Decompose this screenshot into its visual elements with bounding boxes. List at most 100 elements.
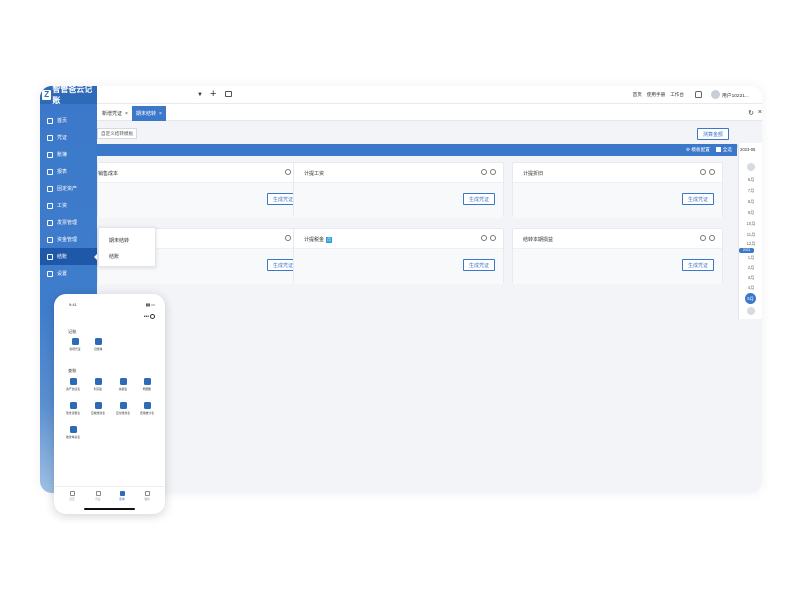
top-link-workbench[interactable]: 工作台: [670, 92, 684, 98]
table-icon: [119, 378, 127, 385]
app-detail-ledger[interactable]: 明细账: [138, 378, 156, 391]
card-title: 计提折旧: [523, 171, 544, 177]
custom-template-button[interactable]: 自定义结转模板: [97, 128, 138, 139]
generate-voucher-button[interactable]: 生成凭证: [681, 193, 714, 205]
year-badge: 2023: [739, 248, 754, 253]
sidebar-item-funds[interactable]: 资金管理: [40, 231, 97, 248]
card-accrue-tax: 计提税金月 生成凭证: [293, 228, 504, 284]
card-title: 结转本期损益: [523, 237, 554, 243]
app-cash-flow[interactable]: 现金流量表: [64, 402, 82, 415]
app-receipts-summary[interactable]: 收款单总表: [64, 426, 82, 439]
sidebar-item-invoices[interactable]: 发票管理: [40, 214, 97, 231]
app-balance-table[interactable]: 余额表: [114, 378, 132, 391]
gear-icon[interactable]: [481, 169, 487, 175]
sidebar-item-reports[interactable]: 报表: [40, 163, 97, 180]
sidebar-item-settings[interactable]: 设置: [40, 265, 97, 282]
month-item[interactable]: 4月: [743, 285, 759, 291]
section-title: 查账: [68, 368, 77, 373]
target-icon[interactable]: [150, 314, 155, 319]
phone-tab-home[interactable]: 首页: [64, 491, 80, 501]
monthly-tag-icon: 月: [326, 236, 333, 243]
month-item-selected[interactable]: 5月: [745, 293, 756, 304]
card-carry-forward-pl: 结转本期损益 生成凭证: [512, 228, 723, 284]
checkbox-icon: [715, 147, 721, 153]
submenu-item-period-end[interactable]: 期末结转: [99, 232, 155, 248]
refresh-icon[interactable]: ↻: [748, 109, 754, 117]
month-item[interactable]: 1月: [743, 255, 759, 261]
app-expense-stats[interactable]: 费用统计表: [138, 402, 156, 415]
top-link-manual[interactable]: 使用手册: [647, 92, 665, 98]
month-item[interactable]: 8月: [743, 199, 759, 205]
select-checkbox[interactable]: [709, 169, 715, 175]
sidebar-item-fixed-assets[interactable]: 固定资产: [40, 180, 97, 197]
generate-voucher-button[interactable]: 生成凭证: [462, 193, 495, 205]
account-dropdown-caret[interactable]: ▼: [197, 92, 203, 98]
app-payables[interactable]: 应付账款表: [114, 402, 132, 415]
voucher-icon: [47, 134, 53, 141]
tab-close-icon[interactable]: ×: [159, 111, 162, 117]
month-item[interactable]: 7月: [743, 188, 759, 194]
gear-icon: [47, 270, 53, 277]
submenu-item-close[interactable]: 结账: [99, 248, 155, 264]
sidebar-item-voucher[interactable]: 凭证: [40, 129, 97, 146]
closing-icon: [47, 253, 53, 260]
skin-icon[interactable]: [695, 91, 702, 98]
scroll-up-icon[interactable]: [747, 163, 755, 171]
month-item[interactable]: 9月: [743, 210, 759, 216]
avatar[interactable]: [711, 90, 720, 99]
home-icon: [47, 117, 53, 124]
receipt-icon: [69, 426, 77, 433]
card-title: 计提工资: [304, 171, 325, 177]
tab-close-icon[interactable]: ×: [125, 111, 128, 117]
select-checkbox[interactable]: [709, 235, 715, 241]
gear-icon[interactable]: [700, 169, 706, 175]
top-link-home[interactable]: 首页: [633, 92, 642, 98]
top-bar: ▼ + 首页 使用手册 工作台 用户10221...: [97, 86, 762, 104]
select-checkbox[interactable]: [490, 235, 496, 241]
select-checkbox[interactable]: [490, 169, 496, 175]
template-config-link[interactable]: ⚙ 模板配置: [686, 147, 710, 153]
trial-calc-button[interactable]: 测算金额: [697, 128, 730, 140]
month-item[interactable]: 11月: [743, 232, 759, 238]
user-icon: [47, 202, 53, 209]
chart-icon: [94, 378, 102, 385]
app-ledger-book[interactable]: 记账簿: [89, 338, 107, 351]
period-year: 2023-05: [740, 147, 756, 152]
select-all-checkbox[interactable]: 全选: [715, 147, 732, 153]
doc-icon: [94, 402, 102, 409]
user-name[interactable]: 用户10221...: [722, 92, 760, 99]
sidebar-item-closing[interactable]: 结账: [40, 248, 97, 265]
app-new-voucher[interactable]: 新增凭证: [66, 338, 84, 351]
phone-tab-ledger[interactable]: 账簿: [114, 491, 130, 501]
add-button[interactable]: +: [210, 88, 216, 100]
message-icon[interactable]: [225, 91, 232, 97]
sidebar-item-home[interactable]: 首页: [40, 112, 97, 129]
month-item[interactable]: 10月: [743, 221, 759, 227]
phone-tab-me[interactable]: 我的: [139, 491, 155, 501]
sidebar-item-payroll[interactable]: 工资: [40, 197, 97, 214]
gear-icon[interactable]: [285, 169, 291, 175]
generate-voucher-button[interactable]: 生成凭证: [462, 259, 495, 271]
month-item[interactable]: 3月: [743, 275, 759, 281]
phone-mockup: 9:41 ▮▮ ▭ ••• 记账 新增凭证 记账簿 查账 资产负债表 利润表 余…: [54, 294, 165, 514]
app-receivables[interactable]: 应收账款表: [89, 402, 107, 415]
gear-icon[interactable]: [481, 235, 487, 241]
tab-period-end[interactable]: 期末结转 ×: [132, 106, 166, 121]
scroll-down-icon[interactable]: [747, 307, 755, 315]
tab-new-voucher[interactable]: 新增凭证 ×: [98, 106, 132, 121]
action-strip: ⚙ 模板配置 全选: [97, 144, 737, 156]
gear-icon[interactable]: [285, 235, 291, 241]
user-icon: [144, 491, 150, 496]
gear-icon[interactable]: [700, 235, 706, 241]
close-icon[interactable]: ×: [758, 109, 762, 116]
more-icon[interactable]: •••: [144, 314, 149, 320]
phone-tab-voucher[interactable]: 凭证: [90, 491, 106, 501]
month-item[interactable]: 2月: [743, 265, 759, 271]
sidebar-item-ledger[interactable]: 账簿: [40, 146, 97, 163]
month-item[interactable]: 6月: [743, 177, 759, 183]
generate-voucher-button[interactable]: 生成凭证: [681, 259, 714, 271]
app-balance-sheet[interactable]: 资产负债表: [64, 378, 82, 391]
app-income-statement[interactable]: 利润表: [89, 378, 107, 391]
month-item[interactable]: 12月: [743, 241, 759, 247]
closing-submenu: 期末结转 结账: [98, 227, 156, 267]
